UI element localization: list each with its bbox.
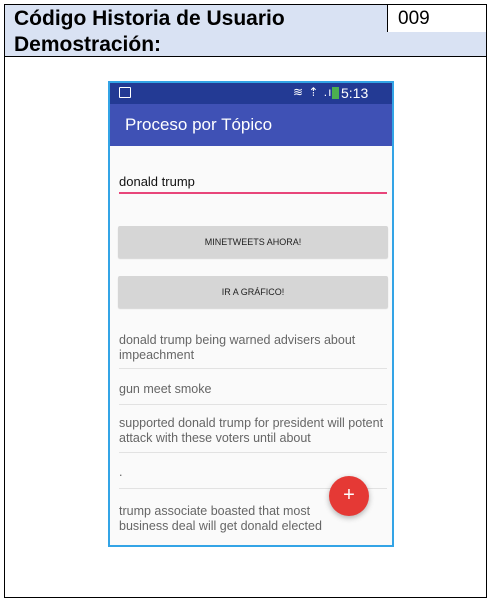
- demo-section-label: Demostración:: [5, 32, 486, 57]
- list-item[interactable]: gun meet smoke: [119, 373, 387, 405]
- user-story-code-label: Código Historia de Usuario: [5, 5, 387, 32]
- phone-screenshot: ≋ ⇡ .ıl 5:13 PM Proceso por Tópico donal…: [108, 81, 394, 547]
- go-to-chart-button[interactable]: IR A GRÁFICO!: [118, 276, 388, 308]
- app-bar-title: Proceso por Tópico: [110, 104, 392, 146]
- list-item[interactable]: donald trump being warned advisers about…: [119, 333, 387, 369]
- add-fab-button[interactable]: +: [329, 476, 369, 516]
- minetweets-button[interactable]: MINETWEETS AHORA!: [118, 226, 388, 258]
- image-icon: [119, 87, 131, 98]
- user-story-code-value: 009: [387, 5, 486, 32]
- list-item[interactable]: supported donald trump for president wil…: [119, 416, 387, 453]
- topic-search-input[interactable]: donald trump: [119, 169, 387, 194]
- battery-icon: [332, 87, 339, 99]
- header-row: Código Historia de Usuario 009: [5, 5, 486, 33]
- status-bar: ≋ ⇡ .ıl 5:13 PM: [110, 83, 392, 117]
- signal-icons: ≋ ⇡ .ıl: [293, 85, 337, 99]
